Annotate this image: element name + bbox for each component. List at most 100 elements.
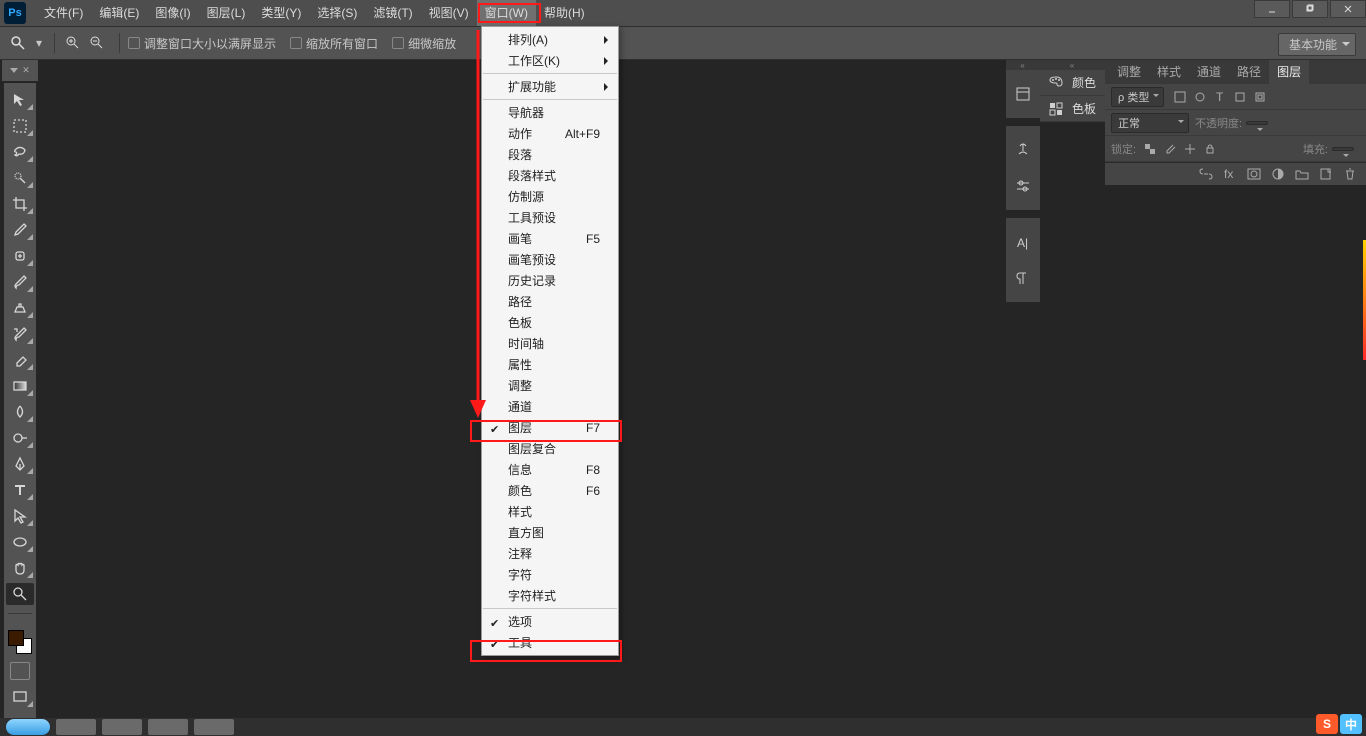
zoom-all-windows-checkbox[interactable]: 缩放所有窗口 [290, 35, 378, 52]
marquee-tool[interactable] [6, 115, 34, 137]
menu-channels[interactable]: 通道 [482, 396, 618, 417]
menu-filter[interactable]: 滤镜(T) [365, 0, 420, 26]
layer-style-icon[interactable]: fx [1220, 166, 1240, 182]
screen-mode-button[interactable] [6, 686, 34, 708]
hand-tool[interactable] [6, 557, 34, 579]
menu-help[interactable]: 帮助(H) [536, 0, 593, 26]
menu-edit[interactable]: 编辑(E) [91, 0, 147, 26]
toolbox-collapse[interactable]: ✕ [2, 60, 38, 81]
zoom-in-icon[interactable] [63, 33, 83, 53]
history-brush-tool[interactable] [6, 323, 34, 345]
menu-type[interactable]: 类型(Y) [253, 0, 309, 26]
quick-mask-toggle[interactable] [10, 662, 30, 680]
new-group-icon[interactable] [1292, 166, 1312, 182]
menu-view[interactable]: 视图(V) [421, 0, 477, 26]
scrubby-zoom-checkbox[interactable]: 细微缩放 [392, 35, 456, 52]
type-tool[interactable] [6, 479, 34, 501]
zoom-out-icon[interactable] [87, 33, 107, 53]
path-select-tool[interactable] [6, 505, 34, 527]
close-button[interactable] [1330, 0, 1366, 18]
workspace-switcher[interactable]: 基本功能 [1278, 33, 1356, 56]
brush-tool[interactable] [6, 271, 34, 293]
menu-layer-comps[interactable]: 图层复合 [482, 438, 618, 459]
filter-smart-icon[interactable] [1252, 89, 1268, 105]
menu-swatches[interactable]: 色板 [482, 312, 618, 333]
healing-brush-tool[interactable] [6, 245, 34, 267]
filter-type-icon[interactable]: T [1212, 89, 1228, 105]
lasso-tool[interactable] [6, 141, 34, 163]
menu-workspace[interactable]: 工作区(K) [482, 50, 618, 71]
task-icon-4[interactable] [194, 719, 234, 735]
menu-character-styles[interactable]: 字符样式 [482, 585, 618, 606]
filter-shape-icon[interactable] [1232, 89, 1248, 105]
brush-presets-icon[interactable] [1011, 138, 1035, 162]
lock-transparency-icon[interactable] [1142, 141, 1158, 157]
task-icon-3[interactable] [148, 719, 188, 735]
dock1-collapse[interactable]: « [1006, 60, 1040, 70]
tab-adjustments[interactable]: 调整 [1109, 60, 1149, 84]
tab-styles[interactable]: 样式 [1149, 60, 1189, 84]
eraser-tool[interactable] [6, 349, 34, 371]
opacity-input[interactable] [1246, 121, 1268, 125]
menu-tool-presets[interactable]: 工具预设 [482, 207, 618, 228]
menu-timeline[interactable]: 时间轴 [482, 333, 618, 354]
menu-brush-presets[interactable]: 画笔预设 [482, 249, 618, 270]
new-layer-icon[interactable] [1316, 166, 1336, 182]
menu-character[interactable]: 字符 [482, 564, 618, 585]
start-button[interactable] [6, 719, 50, 735]
swatches-panel-collapsed[interactable]: 色板 [1040, 96, 1105, 122]
lock-all-icon[interactable] [1202, 141, 1218, 157]
character-panel-icon[interactable]: A| [1011, 230, 1035, 254]
resize-window-checkbox[interactable]: 调整窗口大小以满屏显示 [128, 35, 276, 52]
restore-button[interactable] [1292, 0, 1328, 18]
menu-paragraph-styles[interactable]: 段落样式 [482, 165, 618, 186]
add-mask-icon[interactable] [1244, 166, 1264, 182]
add-adjustment-icon[interactable] [1268, 166, 1288, 182]
fill-input[interactable] [1332, 147, 1354, 151]
menu-styles[interactable]: 样式 [482, 501, 618, 522]
task-icon-1[interactable] [56, 719, 96, 735]
color-swatches[interactable] [6, 628, 34, 656]
move-tool[interactable] [6, 89, 34, 111]
menu-file[interactable]: 文件(F) [36, 0, 91, 26]
gradient-tool[interactable] [6, 375, 34, 397]
layer-filter-dropdown[interactable]: ρ 类型 [1111, 87, 1164, 107]
menu-window[interactable]: 窗口(W) [477, 0, 536, 26]
minimize-button[interactable] [1254, 0, 1290, 18]
menu-history[interactable]: 历史记录 [482, 270, 618, 291]
blend-mode-dropdown[interactable]: 正常 [1111, 113, 1189, 133]
menu-notes[interactable]: 注释 [482, 543, 618, 564]
crop-tool[interactable] [6, 193, 34, 215]
menu-paragraph[interactable]: 段落 [482, 144, 618, 165]
zoom-tool[interactable] [6, 583, 34, 605]
menu-layers[interactable]: ✔图层F7 [482, 417, 618, 438]
link-layers-icon[interactable] [1196, 166, 1216, 182]
brush-settings-icon[interactable] [1011, 174, 1035, 198]
menu-options[interactable]: ✔选项 [482, 611, 618, 632]
delete-layer-icon[interactable] [1340, 166, 1360, 182]
task-icon-2[interactable] [102, 719, 142, 735]
menu-select[interactable]: 选择(S) [309, 0, 365, 26]
paragraph-panel-icon[interactable] [1011, 266, 1035, 290]
lock-position-icon[interactable] [1182, 141, 1198, 157]
menu-extensions[interactable]: 扩展功能 [482, 76, 618, 97]
clone-stamp-tool[interactable] [6, 297, 34, 319]
menu-image[interactable]: 图像(I) [147, 0, 198, 26]
tab-channels[interactable]: 通道 [1189, 60, 1229, 84]
menu-layer[interactable]: 图层(L) [199, 0, 254, 26]
eyedropper-tool[interactable] [6, 219, 34, 241]
history-icon[interactable] [1011, 82, 1035, 106]
dock2-collapse[interactable]: « [1040, 60, 1105, 70]
menu-navigator[interactable]: 导航器 [482, 102, 618, 123]
blur-tool[interactable] [6, 401, 34, 423]
menu-tools[interactable]: ✔工具 [482, 632, 618, 653]
menu-brushes[interactable]: 画笔F5 [482, 228, 618, 249]
color-panel-collapsed[interactable]: 颜色 [1040, 70, 1105, 96]
ime-indicator[interactable]: S中 [1316, 714, 1362, 734]
menu-histogram[interactable]: 直方图 [482, 522, 618, 543]
tab-layers[interactable]: 图层 [1269, 60, 1309, 84]
pen-tool[interactable] [6, 453, 34, 475]
shape-tool[interactable] [6, 531, 34, 553]
menu-color[interactable]: 颜色F6 [482, 480, 618, 501]
quick-select-tool[interactable] [6, 167, 34, 189]
